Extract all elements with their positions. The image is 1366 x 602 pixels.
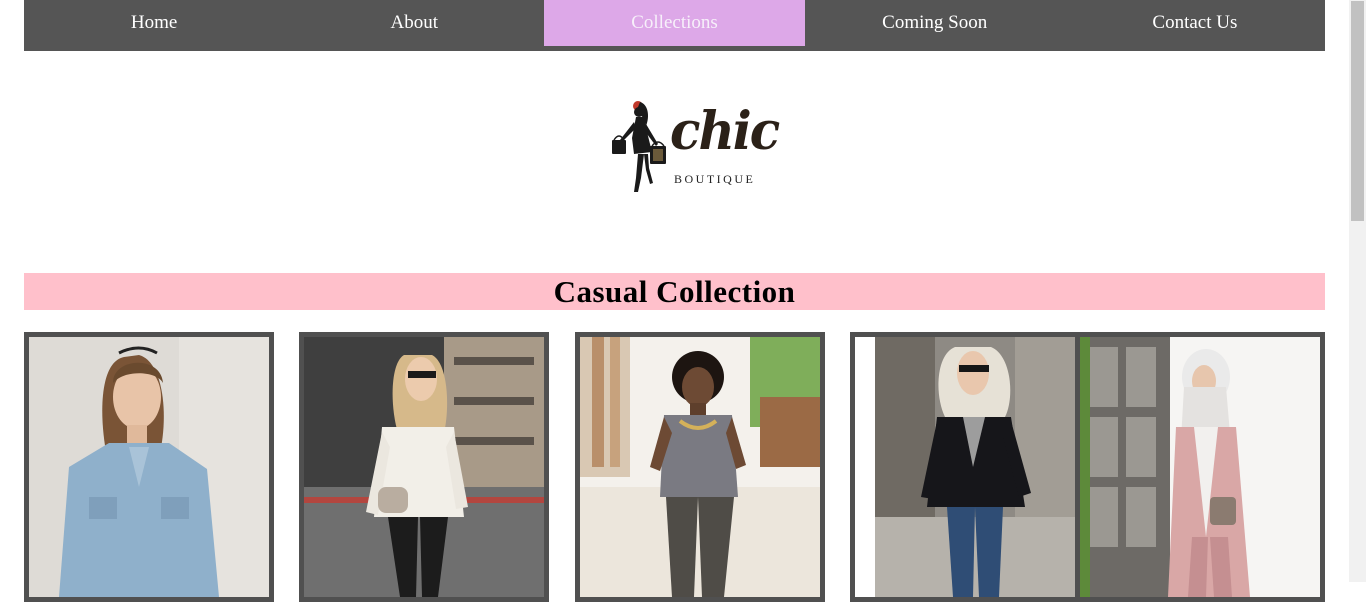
photo-white-sweater-image bbox=[304, 337, 544, 597]
logo-area: chic BOUTIQUE bbox=[536, 66, 800, 221]
nav-coming-soon[interactable]: Coming Soon bbox=[805, 0, 1065, 46]
nav-home[interactable]: Home bbox=[24, 0, 284, 46]
photo-black-blazer-image bbox=[875, 337, 1075, 597]
photo-black-blazer[interactable] bbox=[850, 332, 1100, 602]
collection-banner: Casual Collection bbox=[24, 273, 1325, 310]
chic-boutique-logo: chic BOUTIQUE bbox=[606, 94, 780, 194]
nav-contact-us[interactable]: Contact Us bbox=[1065, 0, 1325, 46]
nav-collections[interactable]: Collections bbox=[544, 0, 805, 46]
photo-white-sweater[interactable] bbox=[299, 332, 549, 602]
top-nav: Home About Collections Coming Soon Conta… bbox=[24, 0, 1325, 51]
scrollbar-thumb[interactable] bbox=[1351, 1, 1364, 221]
photo-denim-jacket[interactable] bbox=[24, 332, 274, 602]
logo-subtitle: BOUTIQUE bbox=[674, 172, 756, 186]
nav-about[interactable]: About bbox=[284, 0, 544, 46]
vertical-scrollbar[interactable] bbox=[1349, 0, 1366, 582]
collection-title: Casual Collection bbox=[553, 273, 796, 309]
fashion-figure-icon bbox=[612, 101, 666, 192]
photo-grey-tee-image bbox=[580, 337, 820, 597]
photo-denim-jacket-image bbox=[29, 337, 269, 597]
logo-word: chic bbox=[670, 99, 780, 162]
photo-pink-outfit[interactable] bbox=[1075, 332, 1325, 602]
photo-grey-tee[interactable] bbox=[575, 332, 825, 602]
photo-pink-outfit-image bbox=[1080, 337, 1320, 597]
